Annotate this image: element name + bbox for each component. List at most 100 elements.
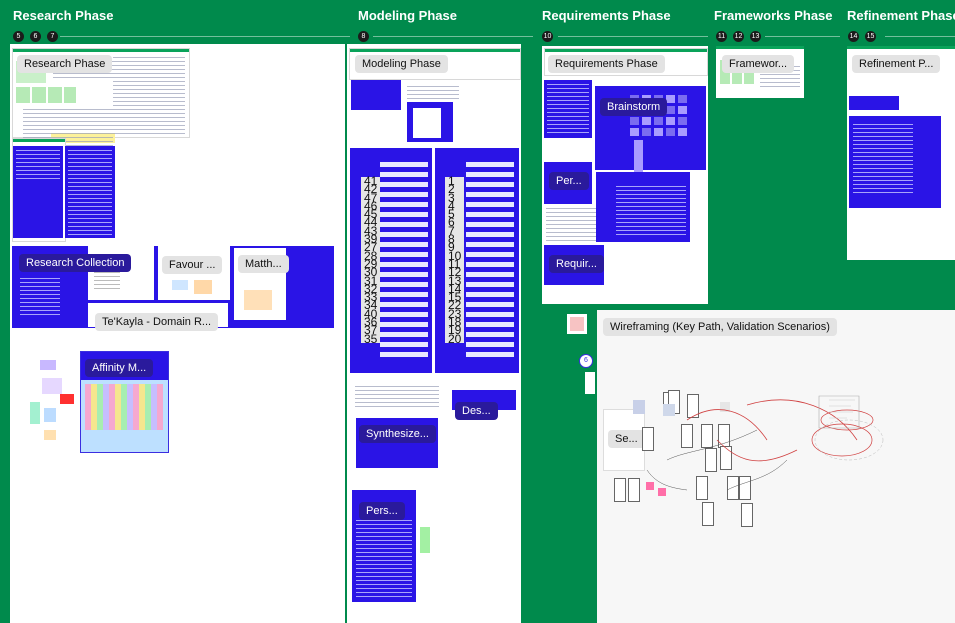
persona-row [466,302,514,307]
brainstorm-sticky[interactable] [666,95,675,103]
sticky-note[interactable] [44,408,56,422]
frame-badge[interactable]: 15 [865,31,876,42]
brainstorm-sticky[interactable] [654,128,663,136]
thumbnail[interactable] [585,372,595,394]
brainstorm-sticky[interactable] [678,106,687,114]
frame-label[interactable]: Requirements Phase [548,55,665,73]
sticky-note[interactable] [40,360,56,370]
persona-row [466,282,514,287]
persona-row [380,232,428,237]
frame-label[interactable]: Synthesize... [359,425,436,443]
persona-number: 35 [361,332,381,345]
frame-label[interactable]: Te'Kayla - Domain R... [95,313,219,331]
persona-row [466,292,514,297]
requirements-detail-board[interactable] [596,172,690,242]
persona-row [380,222,428,227]
phase-divider [885,36,955,37]
frame-badge[interactable]: 5 [13,31,24,42]
brainstorm-sticky[interactable] [666,128,675,136]
sticky-note[interactable] [44,430,56,440]
persona-row [380,182,428,187]
phase-title[interactable]: Research Phase [13,8,113,23]
brainstorm-sticky[interactable] [678,95,687,103]
sticky-note[interactable] [420,527,430,553]
persona-row [380,312,428,317]
brainstorm-sticky[interactable] [630,117,639,125]
brainstorm-sticky[interactable] [678,117,687,125]
brainstorm-sticky[interactable] [634,164,643,172]
phase-title[interactable]: Frameworks Phase [714,8,833,23]
persona-row [380,192,428,197]
persona-row [466,172,514,177]
frame-label[interactable]: Modeling Phase [355,55,448,73]
brainstorm-sticky[interactable] [654,117,663,125]
brainstorm-sticky[interactable] [678,128,687,136]
persona-row [466,332,514,337]
requirements-board[interactable] [544,80,592,138]
frame-label[interactable]: Requir... [549,255,604,273]
phase-title[interactable]: Refinement Phase [847,8,955,23]
phase-title[interactable]: Modeling Phase [358,8,457,23]
frame-badge[interactable]: 8 [358,31,369,42]
persona-row [466,322,514,327]
frame-badge[interactable]: 6 [30,31,41,42]
persona-row [466,192,514,197]
persona-row [466,272,514,277]
frame-badge[interactable]: 14 [848,31,859,42]
frame-badge[interactable]: 13 [750,31,761,42]
number-column-left: 41 42 47 46 45 44 43 39 27 28 29 30 31 32 33 34 40 36 37 35 [361,175,381,345]
persona-row [466,222,514,227]
frame-label[interactable]: Brainstorm [600,98,668,116]
persona-row [380,212,428,217]
persona-row [380,332,428,337]
persona-row [380,262,428,267]
frame-label[interactable]: Affinity M... [85,359,154,377]
research-board[interactable] [13,146,63,238]
phase-divider [765,36,840,37]
brainstorm-sticky[interactable] [642,128,651,136]
persona-row [466,162,514,167]
sticky-note[interactable] [60,394,74,404]
persona-row [466,182,514,187]
frame-label[interactable]: Refinement P... [852,55,941,73]
brainstorm-sticky[interactable] [642,117,651,125]
frame-label[interactable]: Pers... [359,502,405,520]
frame-badge[interactable]: 11 [716,31,727,42]
persona-row [466,262,514,267]
phase-divider [558,36,708,37]
sticky-note[interactable] [30,402,40,424]
brainstorm-sticky[interactable] [666,117,675,125]
modeling-doc[interactable] [349,80,519,144]
frame-label[interactable]: Favour ... [162,256,223,274]
frame-badge[interactable]: 12 [733,31,744,42]
frame-badge[interactable]: 10 [542,31,553,42]
persona-row [380,172,428,177]
refinement-section[interactable] [847,46,955,260]
frame-label[interactable]: Research Phase [17,55,113,73]
frame-badge[interactable]: 6 [579,354,593,368]
persona-row [380,322,428,327]
research-board[interactable] [65,146,115,238]
phase-title[interactable]: Requirements Phase [542,8,671,23]
persona-row [466,232,514,237]
persona-row [380,342,428,347]
brainstorm-sticky[interactable] [634,140,643,148]
thumbnail[interactable] [567,314,587,334]
persona-row [466,202,514,207]
frame-label[interactable]: Framewor... [722,55,795,73]
frame-badge[interactable]: 7 [47,31,58,42]
sticky-note[interactable] [42,378,62,394]
persona-row [380,202,428,207]
persona-row [380,292,428,297]
brainstorm-sticky[interactable] [666,106,675,114]
frame-label[interactable]: Des... [455,402,498,420]
persona-row [380,242,428,247]
persona-row [466,352,514,357]
brainstorm-sticky[interactable] [634,148,643,156]
brainstorm-sticky[interactable] [634,156,643,164]
frame-label[interactable]: Per... [549,172,589,190]
number-column-right: 1 2 3 4 5 6 7 8 9 10 11 12 13 14 15 22 23 18 19 20 [445,175,465,345]
frame-label[interactable]: Research Collection [19,254,132,272]
frame-label[interactable]: Matth... [238,255,289,273]
brainstorm-sticky[interactable] [630,128,639,136]
